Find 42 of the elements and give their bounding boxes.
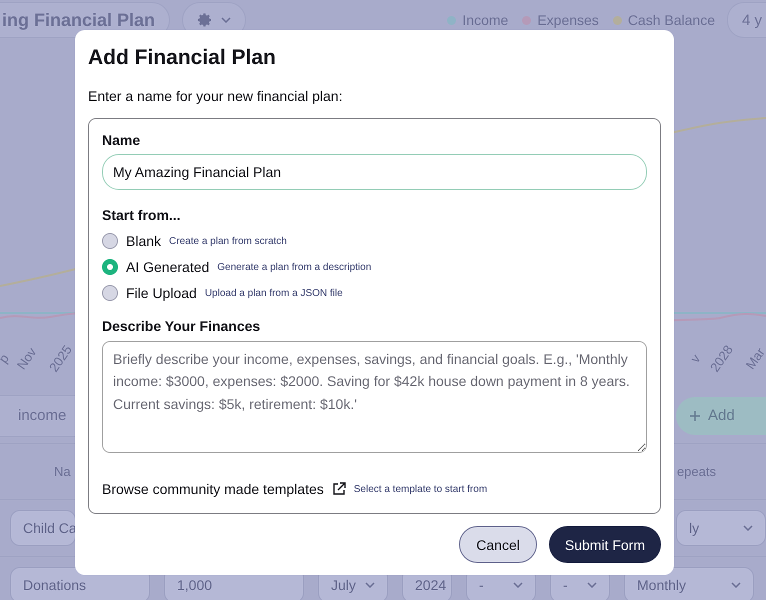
- repeat-dropdown[interactable]: ly: [676, 510, 766, 546]
- axis-label: Nov: [14, 344, 40, 372]
- option-label[interactable]: File Upload: [126, 285, 197, 301]
- axis-label: p: [0, 350, 12, 366]
- add-button[interactable]: Add: [676, 396, 766, 434]
- dialog-subtitle: Enter a name for your new financial plan:: [88, 88, 344, 104]
- option-hint: Upload a plan from a JSON file: [204, 288, 343, 298]
- axis-label: v: [687, 351, 704, 365]
- submit-button[interactable]: Submit Form: [548, 526, 661, 563]
- range-selector[interactable]: 4 y: [726, 2, 766, 38]
- templates-link[interactable]: Browse community made templates: [102, 481, 324, 497]
- legend-item: Income: [447, 12, 508, 28]
- chevron-down-icon: [743, 525, 753, 531]
- field-label: Describe Your Finances: [102, 318, 262, 334]
- dropdown[interactable]: Monthly: [624, 567, 754, 600]
- column-header: epeats: [676, 464, 717, 479]
- legend-item: Cash Balance: [612, 12, 715, 28]
- axis-label: Mar: [742, 344, 766, 372]
- radio-button[interactable]: [102, 259, 118, 275]
- name-input[interactable]: My Amazing Financial Plan: [102, 154, 647, 190]
- option-label[interactable]: Blank: [126, 233, 162, 249]
- column-header: Na: [54, 464, 71, 479]
- option-hint: Generate a plan from a description: [217, 262, 372, 272]
- cancel-button[interactable]: Cancel: [459, 526, 537, 563]
- legend-item: Expenses: [522, 12, 599, 28]
- field-label: Name: [102, 132, 142, 148]
- radio-button[interactable]: [102, 285, 118, 301]
- dialog-title: Add Financial Plan: [88, 46, 277, 70]
- chevron-down-icon: [731, 582, 741, 588]
- templates-hint: Select a template to start from: [354, 484, 488, 494]
- external-link-icon: [332, 482, 346, 496]
- field-label: Start from...: [102, 207, 182, 223]
- plus-icon: [690, 410, 700, 420]
- option-label[interactable]: AI Generated: [126, 259, 210, 275]
- chevron-down-icon: [365, 582, 375, 588]
- chevron-down-icon: [587, 582, 597, 588]
- option-hint: Create a plan from scratch: [169, 236, 287, 246]
- chevron-down-icon: [221, 17, 231, 23]
- description-field[interactable]: Briefly describe your income, expenses, savings, and financial goals. E.g., 'Monthly income: $3000, expenses: $2000. Saving for $42k house down payment in 8 years. Current savings: $5k, retirement: $10k.': [102, 341, 647, 453]
- radio-button[interactable]: [102, 233, 118, 249]
- chevron-down-icon: [513, 582, 523, 588]
- gear-icon: [197, 12, 213, 28]
